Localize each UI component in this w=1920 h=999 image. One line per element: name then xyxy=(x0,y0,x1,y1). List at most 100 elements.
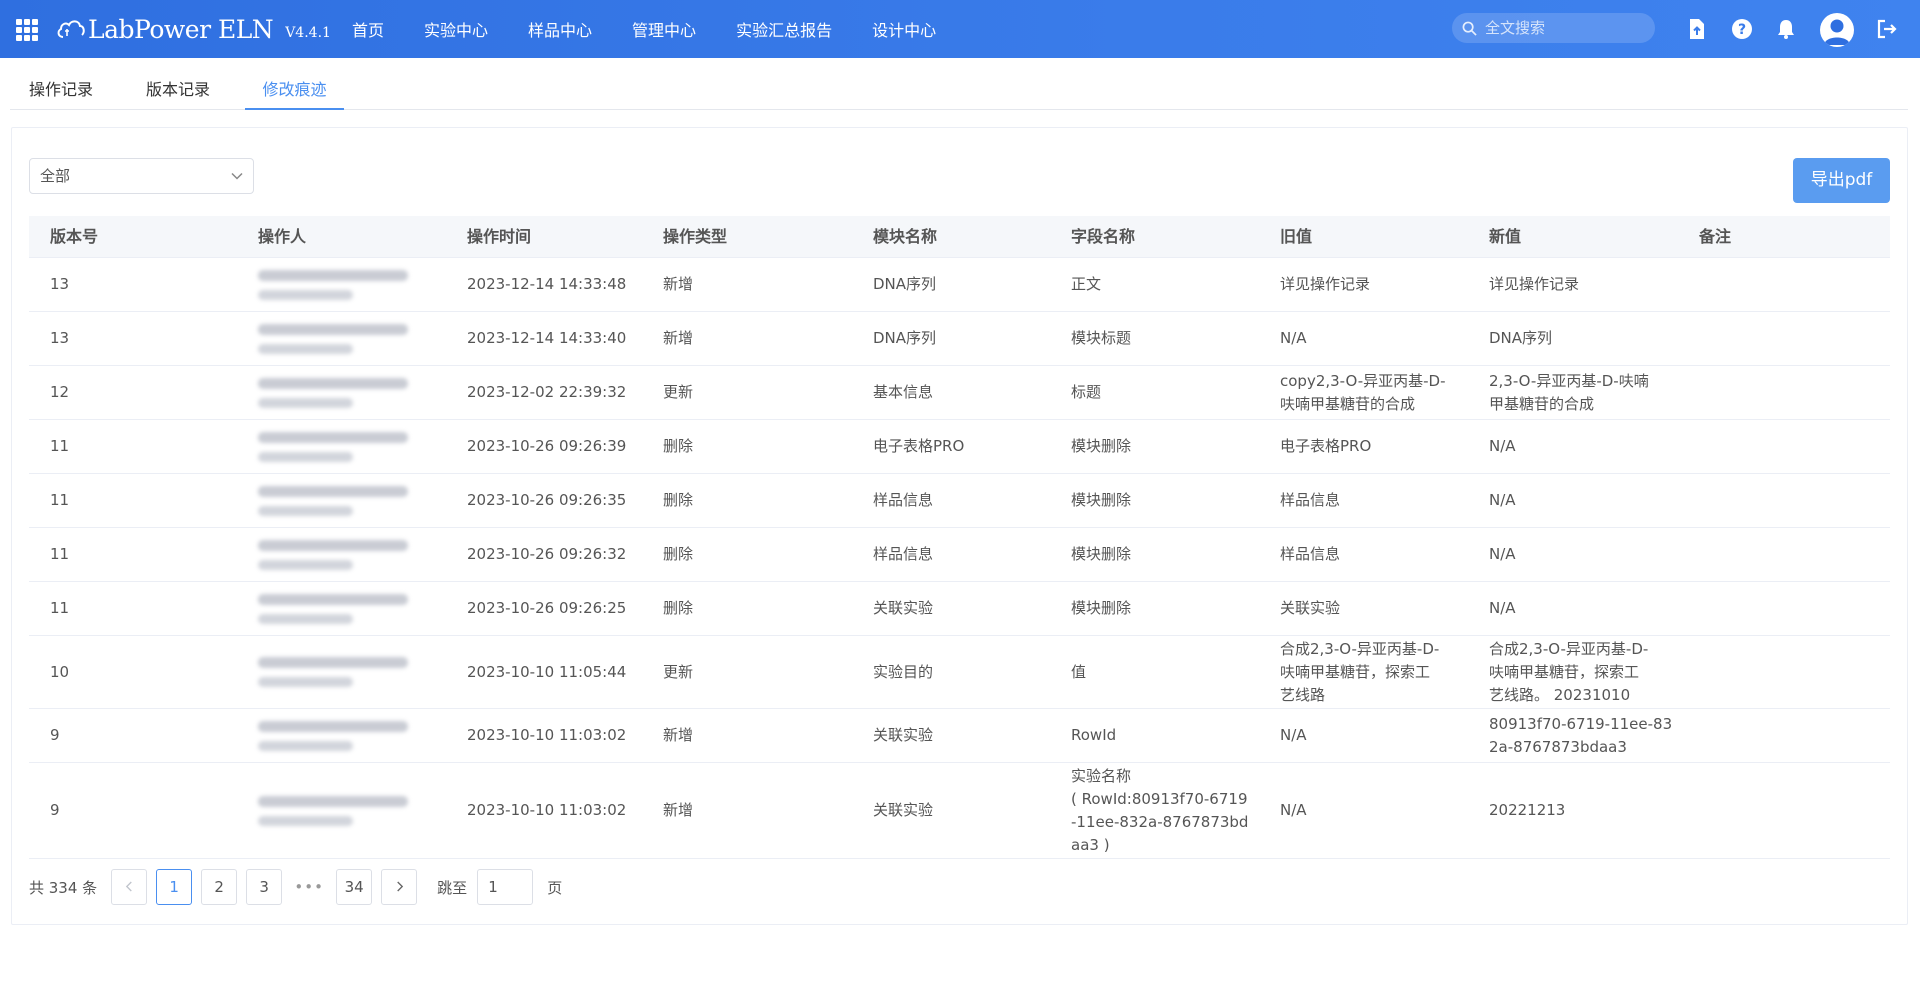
cell-new-value: N/A xyxy=(1489,528,1516,581)
cell-text: 删除 xyxy=(663,545,694,563)
global-search[interactable] xyxy=(1452,13,1655,43)
cell-field: RowId xyxy=(1071,709,1116,762)
search-input[interactable] xyxy=(1485,19,1645,37)
cell-type: 删除 xyxy=(663,528,693,581)
cell-old-value: N/A xyxy=(1280,312,1307,365)
cell-text: 删除 xyxy=(663,437,694,455)
jump-page-input[interactable] xyxy=(477,869,534,905)
cell-text: 2023-10-10 11:03:02 xyxy=(467,726,627,744)
cell-text: 详见操作记录 xyxy=(1489,275,1580,293)
table-row: 9 2023-10-10 11:03:02 新增 关联实验 实验名称 ( RowId:8… xyxy=(29,763,1890,859)
cell-time: 2023-10-10 11:03:02 xyxy=(467,709,626,762)
cell-text: N/A xyxy=(1280,329,1307,347)
cell-text: N/A xyxy=(1489,545,1516,563)
cell-new-value: DNA序列 xyxy=(1489,312,1552,365)
nav-item-management-center[interactable]: 管理中心 xyxy=(612,0,716,58)
cell-field: 标题 xyxy=(1071,366,1101,419)
help-icon[interactable]: ? xyxy=(1730,17,1754,41)
cell-type: 删除 xyxy=(663,474,693,527)
cell-text: DNA序列 xyxy=(1489,329,1553,347)
user-avatar-icon[interactable] xyxy=(1820,13,1854,47)
cell-version: 11 xyxy=(50,420,69,473)
nav-item-design-center[interactable]: 设计中心 xyxy=(852,0,956,58)
cell-text: 11 xyxy=(50,491,70,509)
cell-text: 新增 xyxy=(663,801,694,819)
tab-version-records[interactable]: 版本记录 xyxy=(127,73,229,110)
cell-old-value: 关联实验 xyxy=(1280,582,1340,635)
tab-modification-trace[interactable]: 修改痕迹 xyxy=(245,73,344,110)
cell-new-value: 2,3-O-异亚丙基-D-呋喃 甲基糖苷的合成 xyxy=(1489,366,1649,419)
table-row: 12 2023-12-02 22:39:32 更新 基本信息 标题 copy2,3-O-异… xyxy=(29,366,1890,420)
cell-field: 模块删除 xyxy=(1071,420,1131,473)
cell-time: 2023-12-14 14:33:48 xyxy=(467,258,626,311)
page-button-3[interactable]: 3 xyxy=(246,869,283,905)
cell-text: 2023-10-26 09:26:32 xyxy=(467,545,627,563)
page-button-1[interactable]: 1 xyxy=(156,869,193,905)
type-filter-select[interactable]: 全部 xyxy=(29,158,254,194)
cloud-logo-icon xyxy=(57,20,85,38)
cell-operator-redacted xyxy=(258,474,408,527)
cell-operator-redacted xyxy=(258,312,408,365)
cell-text: 模块标题 xyxy=(1071,329,1132,347)
column-header-time: 操作时间 xyxy=(467,227,532,246)
cell-version: 13 xyxy=(50,312,69,365)
redacted-operator xyxy=(258,636,408,708)
page-button-last[interactable]: 34 xyxy=(336,869,373,905)
nav-item-home[interactable]: 首页 xyxy=(332,0,404,58)
cell-type: 删除 xyxy=(663,582,693,635)
cell-text: 2023-10-26 09:26:25 xyxy=(467,599,627,617)
cell-text: 合成2,3-O-异亚丙基-D- 呋喃甲基糖苷，探索工 艺线路。 20231010 xyxy=(1489,639,1649,704)
redacted-operator xyxy=(258,763,408,858)
cell-new-value: 20221213 xyxy=(1489,763,1565,858)
cell-type: 新增 xyxy=(663,258,693,311)
prev-page-button[interactable] xyxy=(111,869,148,905)
export-file-icon[interactable] xyxy=(1685,17,1709,41)
redacted-operator xyxy=(258,709,408,762)
cell-text: copy2,3-O-异亚丙基-D- 呋喃甲基糖苷的合成 xyxy=(1280,371,1446,413)
apps-grid-icon[interactable] xyxy=(16,19,38,41)
cell-text: 2023-10-26 09:26:39 xyxy=(467,437,627,455)
cell-text: 样品信息 xyxy=(1280,491,1341,509)
page-ellipsis[interactable]: ••• xyxy=(291,878,327,896)
nav-item-experiment-center[interactable]: 实验中心 xyxy=(404,0,508,58)
logout-icon[interactable] xyxy=(1875,17,1899,41)
brand-logo[interactable]: LabPower ELN V4.4.1 xyxy=(56,13,331,45)
table-row: 11 2023-10-26 09:26:39 删除 电子表格PRO 模块删除 电子表格PR… xyxy=(29,420,1890,474)
cell-version: 11 xyxy=(50,474,69,527)
tab-operation-records[interactable]: 操作记录 xyxy=(10,73,112,110)
cell-module: 实验目的 xyxy=(873,636,933,708)
app-version: V4.4.1 xyxy=(285,25,331,41)
table-row: 11 2023-10-26 09:26:25 删除 关联实验 模块删除 关联实验 N/A xyxy=(29,582,1890,636)
cell-version: 10 xyxy=(50,636,69,708)
cell-text: 值 xyxy=(1071,662,1087,681)
cell-text: 关联实验 xyxy=(873,726,934,744)
cell-time: 2023-12-02 22:39:32 xyxy=(467,366,626,419)
cell-operator-redacted xyxy=(258,636,408,708)
column-header-type: 操作类型 xyxy=(663,227,728,246)
cell-text: 样品信息 xyxy=(873,545,934,563)
record-tabs: 操作记录 版本记录 修改痕迹 xyxy=(10,73,1908,110)
cell-text: N/A xyxy=(1489,491,1516,509)
next-page-button[interactable] xyxy=(381,869,418,905)
svg-text:?: ? xyxy=(1738,22,1746,38)
cell-module: 基本信息 xyxy=(873,366,933,419)
cell-text: 实验名称 ( RowId:80913f70-6719 -11ee-832a-87… xyxy=(1071,766,1249,854)
cell-version: 12 xyxy=(50,366,69,419)
cell-text: 2023-12-14 14:33:40 xyxy=(467,329,627,347)
cell-text: 更新 xyxy=(663,383,694,401)
column-header-operator: 操作人 xyxy=(258,227,307,246)
cell-version: 11 xyxy=(50,528,69,581)
cell-text: 关联实验 xyxy=(1280,599,1341,617)
cell-text: 关联实验 xyxy=(873,801,934,819)
nav-item-sample-center[interactable]: 样品中心 xyxy=(508,0,612,58)
page-button-2[interactable]: 2 xyxy=(201,869,238,905)
column-header-old-value: 旧值 xyxy=(1280,227,1313,246)
export-pdf-button[interactable]: 导出pdf xyxy=(1793,158,1890,203)
cell-module: 样品信息 xyxy=(873,474,933,527)
notification-bell-icon[interactable] xyxy=(1774,17,1798,41)
cell-text: 实验目的 xyxy=(873,662,934,681)
nav-item-experiment-report[interactable]: 实验汇总报告 xyxy=(716,0,852,58)
table-row: 13 2023-12-14 14:33:40 新增 DNA序列 模块标题 N/A DNA序列 xyxy=(29,312,1890,366)
cell-module: 关联实验 xyxy=(873,763,933,858)
redacted-operator xyxy=(258,528,408,581)
